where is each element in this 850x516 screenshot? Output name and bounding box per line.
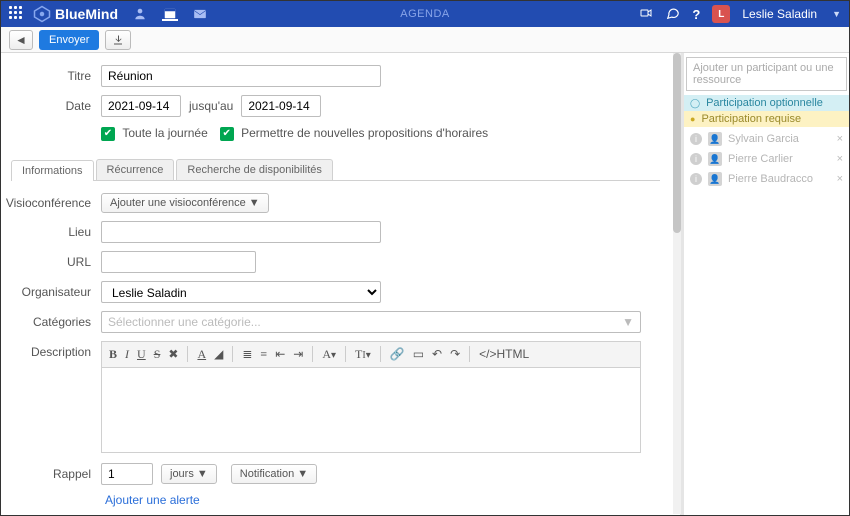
info-icon: i [690,173,702,185]
send-button[interactable]: Envoyer [39,30,99,50]
tab-recurrence[interactable]: Récurrence [96,159,175,180]
participant-name: Pierre Carlier [728,153,793,165]
remove-participant-icon[interactable]: × [837,173,843,185]
date-label: Date [1,99,101,113]
chevron-down-icon[interactable]: ▼ [832,9,841,19]
bold-button[interactable]: B [106,345,120,364]
download-button[interactable] [105,30,131,50]
italic-button[interactable]: I [122,345,132,364]
avatar-icon: 👤 [708,132,722,146]
allday-checkbox[interactable]: ✔ Toute la journée [101,125,208,141]
title-input[interactable] [101,65,381,87]
participant-name: Pierre Baudracco [728,173,813,185]
organizer-select[interactable]: Leslie Saladin [101,281,381,303]
user-avatar[interactable]: L [712,5,730,23]
chat-icon[interactable] [666,6,680,23]
strike-button[interactable]: S [151,345,164,364]
calendar-icon[interactable] [162,7,178,21]
title-label: Titre [1,69,101,83]
ol-button[interactable]: ≡ [257,345,270,364]
participant-row[interactable]: i 👤 Pierre Baudracco × [684,169,849,189]
indent-button[interactable]: ⇥ [290,345,306,364]
info-icon: i [690,153,702,165]
remove-participant-icon[interactable]: × [837,153,843,165]
tab-availability[interactable]: Recherche de disponibilités [176,159,333,180]
add-alert-link[interactable]: Ajouter une alerte [105,493,660,507]
url-input[interactable] [101,251,256,273]
paragraph-button[interactable]: TI▾ [352,345,374,364]
participant-row[interactable]: i 👤 Sylvain Garcia × [684,129,849,149]
check-icon: ✔ [101,127,115,141]
description-textarea[interactable] [101,367,641,453]
brand-name: BlueMind [55,6,118,22]
reminder-unit-select[interactable]: jours ▼ [161,464,217,484]
link-button[interactable]: 🔗 [387,345,408,364]
brand-logo-icon [33,5,51,23]
lieu-label: Lieu [1,225,101,239]
outdent-button[interactable]: ⇤ [272,345,288,364]
participant-row[interactable]: i 👤 Pierre Carlier × [684,149,849,169]
ul-button[interactable]: ≣ [239,345,255,364]
participant-name: Sylvain Garcia [728,133,799,145]
clear-format-button[interactable]: ✖ [165,345,181,364]
contacts-icon[interactable] [132,7,148,21]
html-source-button[interactable]: </>HTML [476,345,532,363]
undo-button[interactable]: ↶ [429,345,445,364]
bullet-icon: ● [690,114,695,124]
rappel-label: Rappel [1,467,101,481]
avatar-icon: 👤 [708,152,722,166]
user-name[interactable]: Leslie Saladin [742,7,817,21]
url-label: URL [1,255,101,269]
underline-button[interactable]: U [134,345,149,364]
participation-required-row[interactable]: ● Participation requise [684,111,849,127]
reminder-amount-input[interactable] [101,463,153,485]
fill-button[interactable]: ◢ [211,345,226,364]
reminder-type-select[interactable]: Notification ▼ [231,464,317,484]
scrollbar[interactable] [673,53,681,514]
font-button[interactable]: A [194,345,209,364]
redo-button[interactable]: ↷ [447,345,463,364]
organizer-label: Organisateur [1,285,101,299]
date-start-input[interactable] [101,95,181,117]
categories-select[interactable]: Sélectionner une catégorie... ▼ [101,311,641,333]
page-section-title: AGENDA [400,8,449,20]
lieu-input[interactable] [101,221,381,243]
mail-icon[interactable] [192,7,208,21]
add-visioconference-button[interactable]: Ajouter une visioconférence ▼ [101,193,269,213]
rte-toolbar: B I U S ✖ A ◢ ≣ ≡ ⇤ ⇥ A▾ TI▾ [101,341,641,367]
date-to-label: jusqu'au [189,99,233,113]
tab-information[interactable]: Informations [11,160,94,181]
visio-label: Visioconférence [1,196,101,210]
help-icon[interactable]: ? [692,7,700,22]
info-icon: i [690,133,702,145]
propose-checkbox[interactable]: ✔ Permettre de nouvelles propositions d'… [220,125,488,141]
image-button[interactable]: ▭ [410,345,427,364]
back-button[interactable]: ◄ [9,30,33,50]
avatar-icon: 👤 [708,172,722,186]
date-end-input[interactable] [241,95,321,117]
categories-label: Catégories [1,315,101,329]
participant-search-input[interactable]: Ajouter un participant ou une ressource [686,57,847,91]
description-label: Description [1,341,101,359]
apps-grid-icon[interactable] [9,6,25,22]
chevron-down-icon: ▼ [622,315,634,329]
video-icon[interactable] [638,7,654,22]
bullet-icon: ◯ [690,98,700,109]
remove-participant-icon[interactable]: × [837,133,843,145]
check-icon: ✔ [220,127,234,141]
participation-optional-row[interactable]: ◯ Participation optionnelle [684,95,849,111]
font-size-button[interactable]: A▾ [319,345,339,364]
